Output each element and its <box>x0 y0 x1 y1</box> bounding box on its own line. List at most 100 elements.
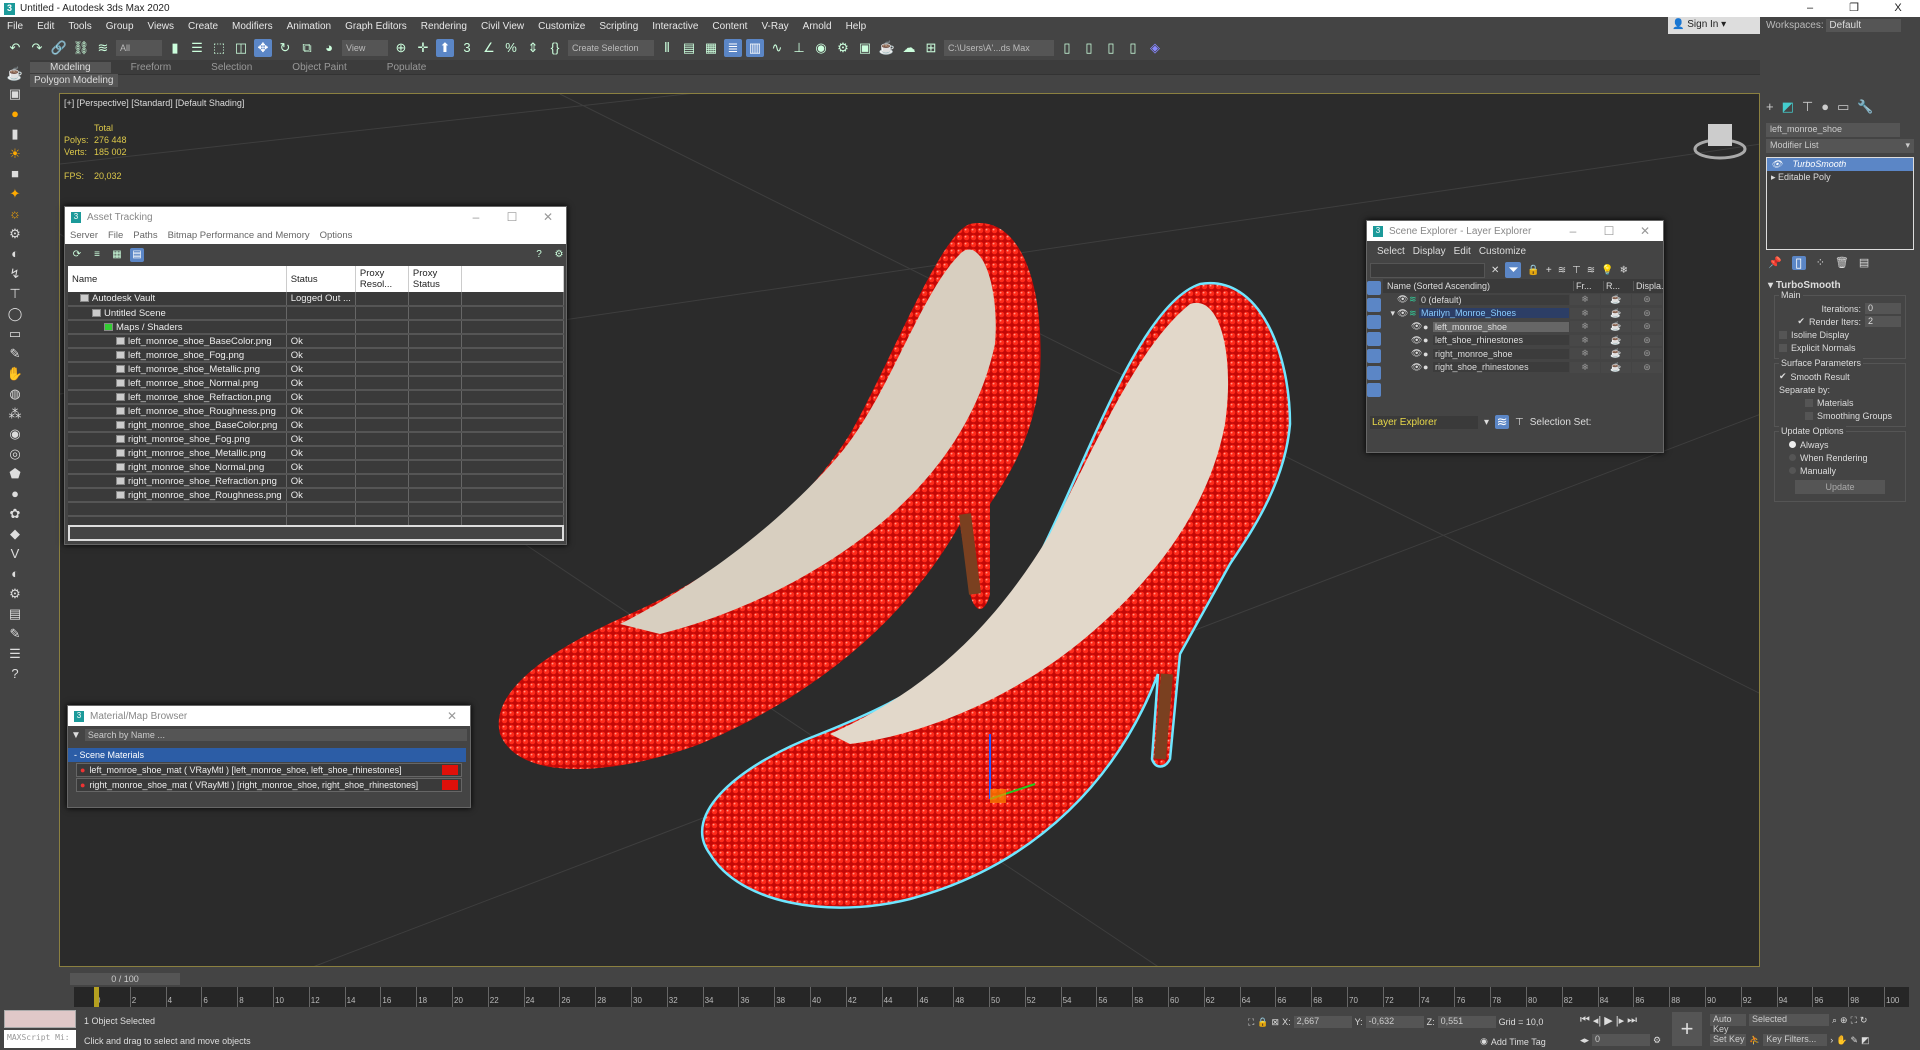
spinner-snap-icon[interactable]: ⇕ <box>524 39 542 57</box>
isolate-selection-icon[interactable]: ⛶ <box>1248 1017 1254 1028</box>
close-button[interactable]: X <box>1876 0 1920 17</box>
maximize-viewport-icon[interactable]: ◩ <box>1861 1035 1870 1046</box>
column-header[interactable]: Proxy Status <box>408 266 462 292</box>
auto-key-button[interactable]: Auto Key <box>1710 1014 1746 1034</box>
vray-icon[interactable]: ◈ <box>1146 39 1164 57</box>
menu-bitmap-performance-and-memory[interactable]: Bitmap Performance and Memory <box>163 230 315 241</box>
scene-row[interactable]: 👁 ● right_monroe_shoe ❄ ☕ ⊛ <box>1383 347 1663 361</box>
placement-icon[interactable]: ◕ <box>320 39 338 57</box>
vray-light-icon[interactable]: ◉ <box>5 426 25 442</box>
menu-animation[interactable]: Animation <box>280 21 338 32</box>
shape-icon[interactable]: ◐ <box>5 246 25 262</box>
vray-camera-icon[interactable]: ◎ <box>5 446 25 462</box>
paint-icon[interactable]: ◍ <box>5 386 25 402</box>
clear-search-icon[interactable]: ✕ <box>1491 265 1499 276</box>
redo-icon[interactable]: ↷ <box>28 39 46 57</box>
add-layer-icon[interactable]: + <box>1546 265 1552 276</box>
column-header[interactable]: Status <box>286 266 356 292</box>
scene-materials-group[interactable]: - Scene Materials <box>68 748 466 762</box>
key-filters-button[interactable]: Key Filters... <box>1763 1034 1828 1046</box>
time-slider-handle[interactable] <box>94 987 99 1007</box>
scene-search-input[interactable] <box>1370 262 1485 278</box>
freeze-icon[interactable]: ❄ <box>1570 307 1600 319</box>
lock-icon[interactable]: 🔒 <box>1527 265 1539 276</box>
select-object-icon[interactable]: ▮ <box>166 39 184 57</box>
next-frame-icon[interactable]: |▸ <box>1616 1014 1624 1027</box>
explorer-type-dropdown[interactable]: Layer Explorer <box>1370 415 1478 429</box>
material-search-input[interactable]: Search by Name ... <box>84 729 467 741</box>
always-radio[interactable] <box>1789 441 1796 448</box>
table-row[interactable]: right_monroe_shoe_Refraction.png Ok <box>68 474 565 489</box>
vray-sphere-icon[interactable]: ● <box>5 486 25 502</box>
stack-icon[interactable]: ≋ <box>1587 265 1595 276</box>
display-icon[interactable]: ⊛ <box>1632 307 1662 319</box>
freeze-icon[interactable]: ❄ <box>1570 361 1600 373</box>
project-open-icon[interactable]: ▯ <box>1080 39 1098 57</box>
menu-server[interactable]: Server <box>65 230 103 241</box>
utilities-icon[interactable]: ✎ <box>5 346 25 362</box>
column-header[interactable]: Name (Sorted Ascending) <box>1383 281 1573 291</box>
rotate-icon[interactable]: ↻ <box>276 39 294 57</box>
renderable-icon[interactable]: ☕ <box>1601 334 1631 346</box>
asset-tracking-titlebar[interactable]: 3 Asset Tracking – ☐ ✕ <box>65 207 566 227</box>
explicit-normals-checkbox[interactable] <box>1779 343 1787 352</box>
time-slider[interactable]: 0 / 100 <box>70 973 180 985</box>
render-icon[interactable]: ◐ <box>5 566 25 582</box>
asset-path-field[interactable] <box>68 525 564 541</box>
bitmap-icon[interactable]: ▤ <box>5 606 25 622</box>
stack-item-editable-poly[interactable]: ▸ Editable Poly <box>1767 171 1913 184</box>
menu-select[interactable]: Select <box>1377 246 1405 257</box>
window-crossing-icon[interactable]: ◫ <box>232 39 250 57</box>
absolute-mode-icon[interactable]: ⊠ <box>1272 1017 1280 1028</box>
tab-modeling[interactable]: Modeling <box>30 61 111 73</box>
unlink-icon[interactable]: ⛓ <box>72 39 90 57</box>
menu-content[interactable]: Content <box>705 21 754 32</box>
column-header[interactable]: Name <box>68 266 287 292</box>
table-row[interactable]: right_monroe_shoe_Roughness.png Ok <box>68 488 565 503</box>
camera-filter-icon[interactable] <box>1367 332 1381 346</box>
close-button[interactable]: ✕ <box>434 709 470 723</box>
menu-modifiers[interactable]: Modifiers <box>225 21 280 32</box>
zoom-extents-icon[interactable]: ⛶ <box>1851 1015 1857 1026</box>
selection-lock-icon[interactable]: 🔒 <box>1257 1017 1268 1028</box>
restore-button[interactable]: ❐ <box>1832 0 1876 17</box>
options-icon[interactable]: ⚙ <box>552 248 566 262</box>
workspace-value[interactable]: Default <box>1826 19 1902 32</box>
render-production-icon[interactable]: ☕ <box>878 39 896 57</box>
move-icon[interactable]: ✥ <box>254 39 272 57</box>
tab-selection[interactable]: Selection <box>191 62 272 73</box>
display-icon[interactable]: ⊛ <box>1632 334 1662 346</box>
renderable-icon[interactable]: ☕ <box>1601 361 1631 373</box>
table-row[interactable]: right_monroe_shoe_Fog.png Ok <box>68 432 565 447</box>
renderable-icon[interactable]: ☕ <box>1601 294 1631 306</box>
select-by-name-icon[interactable]: ☰ <box>188 39 206 57</box>
bind-spacewarp-icon[interactable]: ≋ <box>94 39 112 57</box>
isoline-checkbox[interactable] <box>1779 330 1787 339</box>
hierarchy-tab-icon[interactable]: ⊤ <box>1802 99 1813 115</box>
project-folder-dropdown[interactable]: C:\Users\A'...ds Max 2020 <box>944 40 1054 69</box>
configure-modifier-sets-icon[interactable]: ▤ <box>1859 256 1869 270</box>
menu-graph-editors[interactable]: Graph Editors <box>338 21 414 32</box>
zoom-icon[interactable]: ⌕ <box>1832 1015 1837 1026</box>
sphere-icon[interactable]: ● <box>5 106 25 122</box>
table-view-icon[interactable]: ▤ <box>130 248 144 262</box>
scene-row[interactable]: 👁 ● left_shoe_rhinestones ❄ ☕ ⊛ <box>1383 334 1663 348</box>
mirror-icon[interactable]: ⫴ <box>658 39 676 57</box>
sort-by-hierarchy-icon[interactable]: ⊤ <box>1515 417 1524 428</box>
motion-tab-icon[interactable]: ● <box>1821 99 1829 115</box>
menu-tools[interactable]: Tools <box>61 21 98 32</box>
freeze-icon[interactable]: ❄ <box>1620 265 1628 276</box>
visibility-eye-icon[interactable]: 👁 <box>1411 321 1423 332</box>
minimize-button[interactable]: – <box>458 210 494 224</box>
freeze-icon[interactable]: ❄ <box>1570 294 1600 306</box>
column-header[interactable]: Displa... <box>1633 281 1663 291</box>
snap-toggle-icon[interactable]: 3 <box>458 39 476 57</box>
current-frame-field[interactable]: 0 <box>1592 1034 1651 1046</box>
reference-coordinate-dropdown[interactable]: View <box>342 40 388 56</box>
freeze-icon[interactable]: ❄ <box>1570 348 1600 360</box>
material-browser-titlebar[interactable]: 3 Material/Map Browser ✕ <box>68 706 470 726</box>
display-icon[interactable]: ▭ <box>5 326 25 342</box>
table-row[interactable]: right_monroe_shoe_Metallic.png Ok <box>68 446 565 461</box>
display-icon[interactable]: ⊛ <box>1632 361 1662 373</box>
rendered-frame-icon[interactable]: ▣ <box>856 39 874 57</box>
